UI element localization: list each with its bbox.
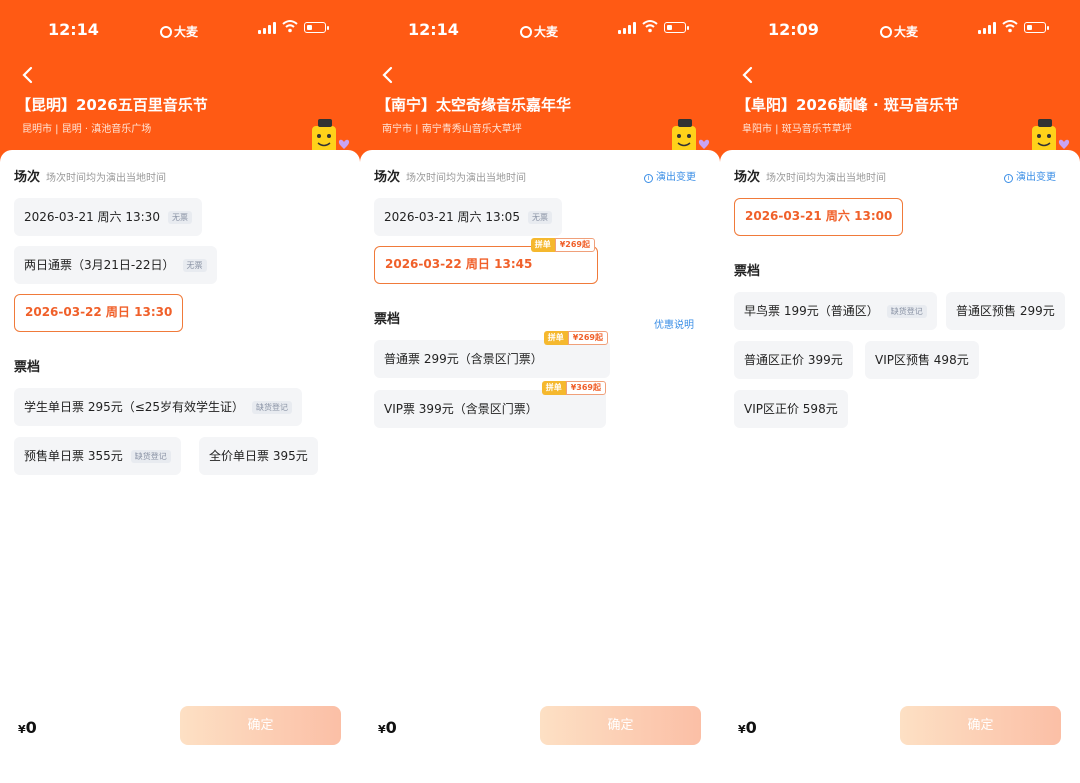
sessions-hint: 场次时间均为演出当地时间 bbox=[766, 173, 886, 184]
damai-logo-icon bbox=[160, 26, 172, 38]
ticket-option[interactable]: 普通票 299元（含景区门票） 拼单 ¥269起 bbox=[374, 331, 610, 378]
info-icon: i bbox=[644, 174, 653, 183]
signal-icon bbox=[978, 22, 996, 34]
group-buy-badge: 拼单 ¥369起 bbox=[541, 381, 606, 395]
ticket-option[interactable]: 全价单日票 395元 bbox=[199, 437, 318, 475]
signal-icon bbox=[258, 22, 276, 34]
event-title: 【南宁】太空奇缘音乐嘉年华 bbox=[376, 96, 572, 114]
carrier-label: 大麦 bbox=[520, 23, 558, 40]
status-time: 12:14 bbox=[48, 20, 99, 39]
status-time: 12:14 bbox=[408, 20, 459, 39]
tickets-label: 票档 bbox=[14, 360, 41, 375]
event-title: 【昆明】2026五百里音乐节 bbox=[16, 96, 208, 114]
carrier-label: 大麦 bbox=[160, 23, 198, 40]
phone-screen-nanning: 12:14 大麦 【南宁】太空奇缘音乐嘉年华 南宁市 | 南宁青秀山音乐大草坪 … bbox=[360, 0, 720, 783]
wifi-icon bbox=[282, 20, 298, 33]
discount-info-link[interactable]: 优惠说明 bbox=[654, 316, 694, 331]
ticket-option[interactable]: 普通区预售 299元 bbox=[946, 292, 1065, 330]
back-arrow-icon[interactable] bbox=[20, 66, 36, 84]
session-option-selected[interactable]: 2026-03-21 周六 13:00 bbox=[734, 198, 904, 236]
waitlist-badge: 缺货登记 bbox=[130, 450, 171, 463]
event-venue: 昆明市 | 昆明 · 滇池音乐广场 bbox=[22, 124, 152, 135]
status-bar: 12:09 大麦 bbox=[720, 0, 1080, 50]
tickets-label: 票档 bbox=[374, 312, 401, 327]
selection-sheet: 场次 场次时间均为演出当地时间 2026-03-21 周六 13:30 无票 两日… bbox=[0, 150, 360, 783]
confirm-button[interactable]: 确定 bbox=[900, 706, 1061, 745]
sessions-label: 场次 bbox=[14, 170, 41, 185]
ticket-option[interactable]: 普通区正价 399元 bbox=[734, 341, 853, 379]
sold-out-badge: 无票 bbox=[182, 259, 207, 272]
confirm-button[interactable]: 确定 bbox=[540, 706, 701, 745]
damai-logo-icon bbox=[880, 26, 892, 38]
selection-sheet: 场次 场次时间均为演出当地时间 i 演出变更 2026-03-21 周六 13:0… bbox=[720, 150, 1080, 783]
ticket-option[interactable]: VIP票 399元（含景区门票） 拼单 ¥369起 bbox=[374, 381, 606, 428]
total-price: ¥0 bbox=[738, 718, 757, 737]
damai-logo-icon bbox=[520, 26, 532, 38]
sessions-label: 场次 bbox=[374, 170, 401, 185]
session-option-selected[interactable]: 2026-03-22 周日 13:30 bbox=[14, 294, 184, 332]
status-time: 12:09 bbox=[768, 20, 819, 39]
wifi-icon bbox=[642, 20, 658, 33]
battery-icon bbox=[304, 22, 329, 33]
ticket-option[interactable]: 早鸟票 199元（普通区） 缺货登记 bbox=[734, 292, 937, 330]
battery-icon bbox=[664, 22, 689, 33]
total-price: ¥0 bbox=[378, 718, 397, 737]
session-option-selected[interactable]: 2026-03-22 周日 13:45 拼单 ¥269起 bbox=[374, 238, 598, 284]
ticket-option[interactable]: VIP区正价 598元 bbox=[734, 390, 848, 428]
waitlist-badge: 缺货登记 bbox=[252, 401, 293, 414]
ticket-option[interactable]: 学生单日票 295元（≤25岁有效学生证） 缺货登记 bbox=[14, 388, 303, 426]
sessions-label: 场次 bbox=[734, 170, 761, 185]
group-buy-badge: 拼单 ¥269起 bbox=[543, 331, 608, 345]
status-bar: 12:14 大麦 bbox=[360, 0, 720, 50]
confirm-button[interactable]: 确定 bbox=[180, 706, 341, 745]
back-arrow-icon[interactable] bbox=[740, 66, 756, 84]
total-price: ¥0 bbox=[18, 718, 37, 737]
session-option[interactable]: 两日通票（3月21日-22日） 无票 bbox=[14, 246, 217, 284]
battery-icon bbox=[1024, 22, 1049, 33]
sessions-hint: 场次时间均为演出当地时间 bbox=[46, 173, 166, 184]
event-venue: 阜阳市 | 斑马音乐节草坪 bbox=[742, 124, 852, 135]
show-change-link[interactable]: i 演出变更 bbox=[1004, 168, 1056, 183]
back-arrow-icon[interactable] bbox=[380, 66, 396, 84]
sessions-hint: 场次时间均为演出当地时间 bbox=[406, 173, 526, 184]
ticket-option[interactable]: VIP区预售 498元 bbox=[865, 341, 979, 379]
signal-icon bbox=[618, 22, 636, 34]
carrier-label: 大麦 bbox=[880, 23, 918, 40]
waitlist-badge: 缺货登记 bbox=[886, 305, 927, 318]
phone-screen-fuyang: 12:09 大麦 【阜阳】2026巅峰 · 斑马音乐节 阜阳市 | 斑马音乐节草… bbox=[720, 0, 1080, 783]
sold-out-badge: 无票 bbox=[167, 211, 192, 224]
ticket-option[interactable]: 预售单日票 355元 缺货登记 bbox=[14, 437, 181, 475]
event-title: 【阜阳】2026巅峰 · 斑马音乐节 bbox=[736, 96, 959, 114]
info-icon: i bbox=[1004, 174, 1013, 183]
session-option[interactable]: 2026-03-21 周六 13:05 无票 bbox=[374, 198, 562, 236]
wifi-icon bbox=[1002, 20, 1018, 33]
sold-out-badge: 无票 bbox=[527, 211, 552, 224]
phone-screen-kunming: 12:14 大麦 【昆明】2026五百里音乐节 昆明市 | 昆明 · 滇池音乐广… bbox=[0, 0, 360, 783]
status-bar: 12:14 大麦 bbox=[0, 0, 360, 50]
group-buy-badge: 拼单 ¥269起 bbox=[530, 238, 595, 252]
tickets-label: 票档 bbox=[734, 264, 761, 279]
event-venue: 南宁市 | 南宁青秀山音乐大草坪 bbox=[382, 124, 522, 135]
show-change-link[interactable]: i 演出变更 bbox=[644, 168, 696, 183]
session-option[interactable]: 2026-03-21 周六 13:30 无票 bbox=[14, 198, 202, 236]
selection-sheet: 场次 场次时间均为演出当地时间 i 演出变更 2026-03-21 周六 13:0… bbox=[360, 150, 720, 783]
